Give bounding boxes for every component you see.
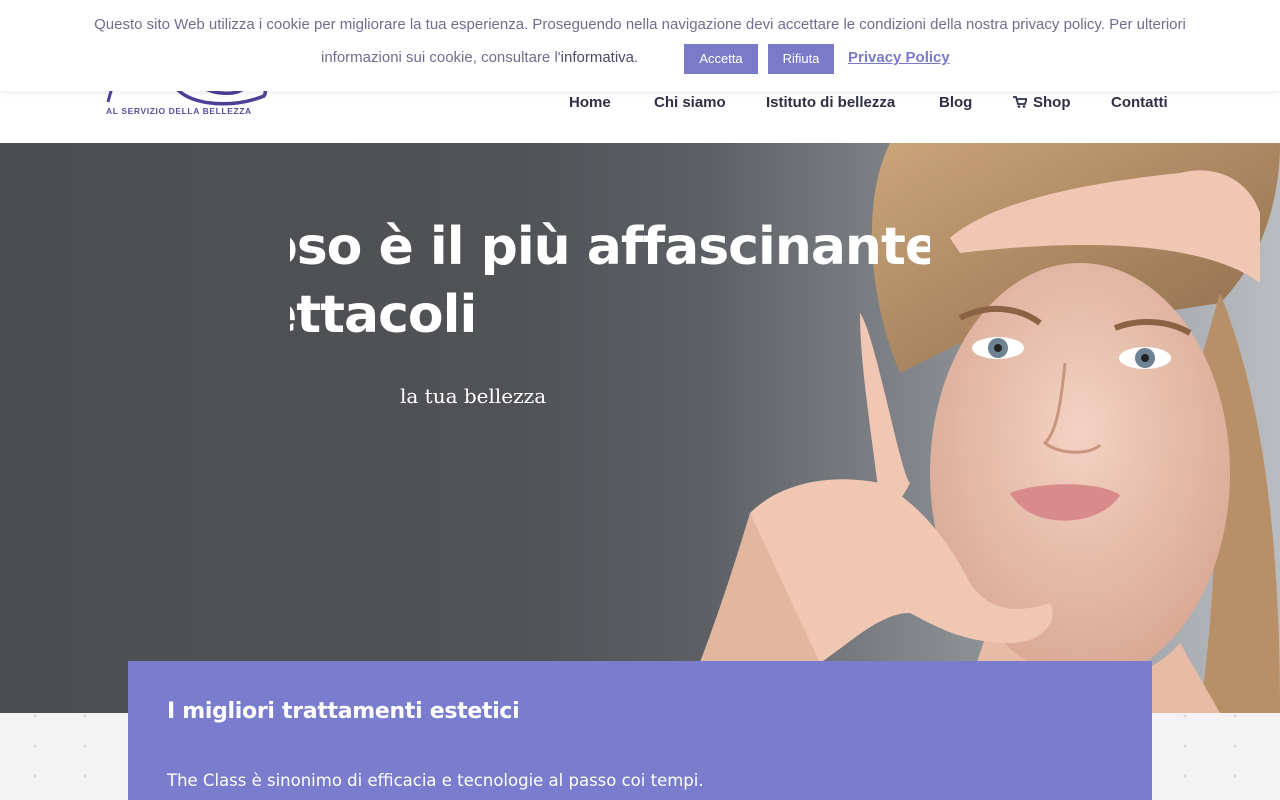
cookie-info-link[interactable]: informativa (561, 49, 634, 66)
hero-title: oso è il più affascinante ettacoli (290, 213, 930, 349)
hero-title-line1: oso è il più affascinante (290, 217, 930, 277)
nav-contatti[interactable]: Contatti (1111, 94, 1168, 111)
nav-shop[interactable]: Shop (1013, 94, 1071, 111)
cookie-text-line1: Questo sito Web utilizza i cookie per mi… (94, 16, 1186, 33)
card-title: I migliori trattamenti estetici (167, 699, 520, 724)
nav-shop-label: Shop (1033, 94, 1071, 111)
hero-section: oso è il più affascinante ettacoli (0, 143, 1280, 713)
reject-button[interactable]: Rifiuta (768, 44, 834, 74)
card-text: The Class è sinonimo di efficacia e tecn… (167, 771, 704, 790)
main-nav: Home Chi siamo Istituto di bellezza Blog… (0, 94, 1280, 114)
hero-subtitle-wrap: la tua bellezza (400, 378, 700, 418)
cookie-text-period: . (634, 49, 639, 66)
cart-icon (1013, 96, 1027, 108)
nav-chi-siamo[interactable]: Chi siamo (654, 94, 726, 111)
nav-istituto[interactable]: Istituto di bellezza (766, 94, 895, 111)
cookie-text-line2: informazioni sui cookie, consultare l'in… (321, 49, 638, 66)
nav-blog[interactable]: Blog (939, 94, 972, 111)
treatments-card: I migliori trattamenti estetici The Clas… (128, 661, 1152, 800)
nav-home[interactable]: Home (569, 94, 611, 111)
privacy-policy-link[interactable]: Privacy Policy (848, 49, 950, 66)
hero-subtitle: la tua bellezza (400, 384, 547, 408)
cookie-text-lead: informazioni sui cookie, consultare l' (321, 49, 561, 66)
accept-button[interactable]: Accetta (684, 44, 758, 74)
cookie-banner: Questo sito Web utilizza i cookie per mi… (0, 0, 1280, 91)
hero-title-line2: ettacoli (290, 285, 477, 345)
